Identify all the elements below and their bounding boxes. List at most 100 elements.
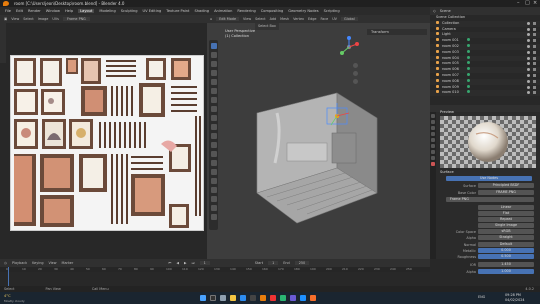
ior-field[interactable]: 1.450	[478, 262, 534, 267]
visibility-eye-icon[interactable]	[527, 27, 530, 31]
app-icon-green[interactable]	[280, 295, 286, 301]
visibility-eye-icon[interactable]	[527, 44, 530, 48]
outliner[interactable]: Scene Collection Collection Camera Light…	[430, 15, 540, 105]
workspace-tab-sculpting[interactable]: Sculpting	[121, 9, 138, 13]
color-space-dropdown[interactable]: sRGB	[478, 229, 534, 234]
smooth-tool-icon[interactable]	[210, 178, 217, 184]
visibility-eye-icon[interactable]	[527, 39, 530, 43]
weather-temp[interactable]: 4°C	[4, 294, 11, 298]
app-icon-orange[interactable]	[310, 295, 316, 301]
poly-build-tool-icon[interactable]	[210, 160, 217, 166]
windows-start-icon[interactable]	[200, 295, 206, 301]
alpha-mode-dropdown[interactable]: Straight	[478, 235, 534, 240]
edge-browser-icon[interactable]	[240, 295, 246, 301]
outliner-item[interactable]: room 010	[430, 90, 540, 97]
maximize-icon[interactable]: □	[525, 0, 530, 7]
ie-image-selector[interactable]: Frame PNG	[62, 17, 90, 21]
menu-render[interactable]: Render	[28, 9, 41, 13]
surface-section-title[interactable]: Surface	[440, 170, 454, 174]
play-reverse-icon[interactable]: ◀	[176, 261, 179, 265]
tl-menu-marker[interactable]: Marker	[62, 261, 74, 265]
visibility-eye-icon[interactable]	[527, 50, 530, 54]
menu-edit[interactable]: Edit	[16, 9, 23, 13]
store-icon[interactable]	[250, 295, 256, 301]
render-camera-icon[interactable]	[533, 79, 536, 83]
measure-tool-icon[interactable]	[210, 106, 217, 112]
extension-dropdown[interactable]: Repeat	[478, 217, 534, 222]
vp-menu-select[interactable]: Select	[255, 17, 265, 21]
editor-type-icon[interactable]: ▣	[4, 17, 7, 21]
tl-menu-keying[interactable]: Keying	[32, 261, 43, 265]
visibility-eye-icon[interactable]	[527, 68, 530, 72]
cursor-tool-icon[interactable]	[210, 52, 217, 58]
ie-menu-view[interactable]: View	[11, 17, 19, 21]
clock-time[interactable]: 09:28 PM	[505, 293, 521, 297]
vp-menu-vertex[interactable]: Vertex	[293, 17, 304, 21]
interpolation-dropdown[interactable]: Linear	[478, 205, 534, 210]
ie-menu-image[interactable]: Image	[38, 17, 49, 21]
loop-cut-tool-icon[interactable]	[210, 142, 217, 148]
vp-menu-mesh[interactable]: Mesh	[280, 17, 289, 21]
select-box-tool[interactable]: Select Box	[255, 23, 279, 30]
tl-menu-playback[interactable]: Playback	[12, 261, 27, 265]
clock-date[interactable]: 04/02/2024	[505, 298, 525, 302]
current-frame-field[interactable]: 1	[199, 261, 210, 265]
projection-dropdown[interactable]: Flat	[478, 211, 534, 216]
workspace-tab-texture-paint[interactable]: Texture Paint	[166, 9, 189, 13]
vp-menu-add[interactable]: Add	[270, 17, 277, 21]
jump-start-icon[interactable]: ⏮	[168, 261, 171, 265]
render-camera-icon[interactable]	[533, 33, 536, 37]
modifier-tab-icon[interactable]	[431, 150, 435, 154]
visibility-eye-icon[interactable]	[527, 33, 530, 37]
workspace-tab-rendering[interactable]: Rendering	[237, 9, 255, 13]
scene-tab-icon[interactable]	[431, 132, 435, 136]
rotate-tool-icon[interactable]	[210, 70, 217, 76]
image-editor-toolbar[interactable]	[0, 23, 6, 63]
app-icon-blue[interactable]	[300, 295, 306, 301]
render-camera-icon[interactable]	[533, 50, 536, 54]
ie-menu-uvs[interactable]: UVs	[52, 17, 59, 21]
search-icon[interactable]	[210, 295, 216, 301]
transform-panel-header[interactable]: Transform	[367, 29, 427, 35]
knife-tool-icon[interactable]	[210, 151, 217, 157]
workspace-tab-modeling[interactable]: Modeling	[99, 9, 115, 13]
navigation-gizmo[interactable]	[337, 35, 361, 59]
shear-tool-icon[interactable]	[210, 205, 217, 211]
world-tab-icon[interactable]	[431, 138, 435, 142]
3d-viewport[interactable]: User Perspective (1) Collection Select B…	[207, 23, 430, 259]
surface-shader-field[interactable]: Principled BSDF	[478, 183, 534, 188]
render-camera-icon[interactable]	[533, 68, 536, 72]
camera-view-icon[interactable]	[353, 79, 358, 84]
render-camera-icon[interactable]	[533, 91, 536, 95]
task-view-icon[interactable]	[220, 295, 226, 301]
render-camera-icon[interactable]	[533, 73, 536, 77]
workspace-tab-scripting[interactable]: Scripting	[324, 9, 340, 13]
visibility-eye-icon[interactable]	[527, 85, 530, 89]
shrink-tool-icon[interactable]	[210, 196, 217, 202]
visibility-eye-icon[interactable]	[527, 91, 530, 95]
preview-section-title[interactable]: Preview	[440, 110, 454, 114]
menu-help[interactable]: Help	[65, 9, 73, 13]
extrude-tool-icon[interactable]	[210, 115, 217, 121]
tool-tab-icon[interactable]	[431, 114, 435, 118]
transform-tool-icon[interactable]	[210, 88, 217, 94]
render-camera-icon[interactable]	[533, 85, 536, 89]
render-camera-icon[interactable]	[533, 39, 536, 43]
start-frame-field[interactable]: 1	[268, 261, 279, 265]
workspace-tab-compositing[interactable]: Compositing	[261, 9, 284, 13]
blender-taskbar-icon[interactable]	[260, 295, 266, 301]
select-tool-icon[interactable]	[210, 43, 217, 49]
render-camera-icon[interactable]	[533, 56, 536, 60]
source-dropdown[interactable]: Single Image	[478, 223, 534, 228]
spin-tool-icon[interactable]	[210, 169, 217, 175]
inset-tool-icon[interactable]	[210, 124, 217, 130]
metallic-slider[interactable]: 0.000	[478, 248, 534, 253]
vp-menu-view[interactable]: View	[243, 17, 251, 21]
editor-type-icon[interactable]: ◷	[4, 261, 7, 265]
render-camera-icon[interactable]	[533, 44, 536, 48]
play-icon[interactable]: ▶	[184, 261, 187, 265]
data-tab-icon[interactable]	[431, 156, 435, 160]
workspace-tab-layout[interactable]: Layout	[78, 9, 95, 13]
annotate-tool-icon[interactable]	[210, 97, 217, 103]
zoom-icon[interactable]	[353, 63, 358, 68]
